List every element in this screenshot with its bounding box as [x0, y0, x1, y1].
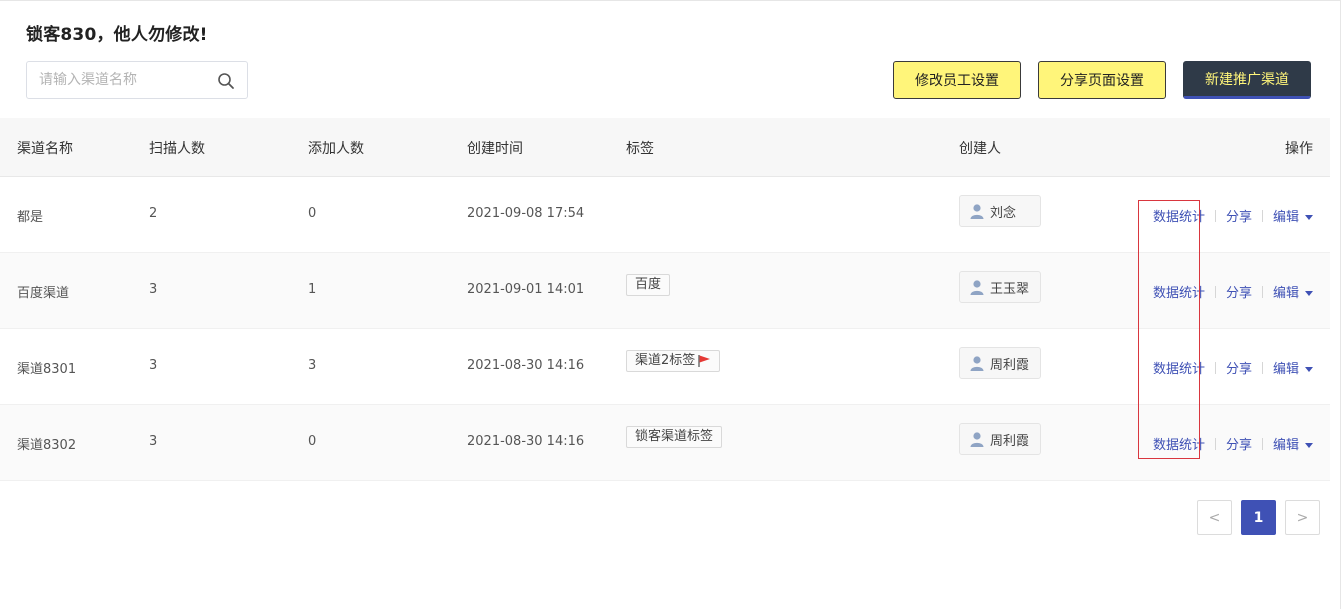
- edit-dropdown[interactable]: 编辑: [1273, 206, 1313, 225]
- scan-count: 3: [149, 358, 158, 373]
- channel-name: 渠道8302: [17, 438, 77, 453]
- divider: [1261, 361, 1263, 374]
- pagination-page-1[interactable]: 1: [1241, 500, 1276, 535]
- row-actions: 数据统计 分享 编辑: [1153, 434, 1313, 453]
- tag-chip: 锁客渠道标签: [626, 426, 723, 448]
- edit-label: 编辑: [1272, 210, 1299, 225]
- search-icon[interactable]: [217, 72, 235, 90]
- share-link[interactable]: 分享: [1226, 282, 1252, 301]
- add-count: 0: [308, 434, 317, 449]
- staff-settings-button[interactable]: 修改员工设置: [893, 61, 1021, 99]
- tag-chip: 渠道2标签: [626, 350, 721, 372]
- created-time: 2021-09-08 17:54: [467, 206, 585, 221]
- table-row: 都是 2 0 2021-09-08 17:54 刘念 数据统计 分享 编辑: [0, 177, 1330, 253]
- edit-dropdown[interactable]: 编辑: [1273, 358, 1313, 377]
- column-header-time: 创建时间: [467, 141, 523, 157]
- column-header-add: 添加人数: [308, 141, 364, 157]
- column-header-scan: 扫描人数: [149, 141, 205, 157]
- column-header-creator: 创建人: [959, 141, 1001, 157]
- caret-down-icon: [1305, 443, 1313, 448]
- add-count: 0: [308, 206, 317, 221]
- table-row: 渠道8302 3 0 2021-08-30 14:16 锁客渠道标签 周利霞 数…: [0, 405, 1330, 481]
- user-icon: [970, 279, 984, 295]
- pagination-prev-button[interactable]: <: [1197, 500, 1232, 535]
- channel-table: 渠道名称 扫描人数 添加人数 创建时间 标签 创建人 操作 都是 2 0 202…: [0, 118, 1330, 481]
- creator-chip: 周利霞: [959, 347, 1041, 379]
- share-page-settings-button[interactable]: 分享页面设置: [1038, 61, 1166, 99]
- tag-chip: 百度: [626, 274, 671, 296]
- created-time: 2021-08-30 14:16: [467, 434, 585, 449]
- created-time: 2021-08-30 14:16: [467, 358, 585, 373]
- search-input[interactable]: [27, 62, 219, 98]
- add-count: 3: [308, 358, 317, 373]
- column-header-name: 渠道名称: [17, 141, 73, 157]
- caret-down-icon: [1305, 367, 1313, 372]
- creator-chip: 刘念: [959, 195, 1041, 227]
- user-icon: [970, 431, 984, 447]
- stats-link[interactable]: 数据统计: [1153, 434, 1205, 453]
- new-channel-button[interactable]: 新建推广渠道: [1183, 61, 1311, 99]
- add-count: 1: [308, 282, 317, 297]
- divider: [1214, 209, 1216, 222]
- search-box[interactable]: [26, 61, 248, 99]
- creator-name: 周利霞: [990, 357, 1030, 373]
- edit-dropdown[interactable]: 编辑: [1273, 434, 1313, 453]
- table-header: 渠道名称 扫描人数 添加人数 创建时间 标签 创建人 操作: [0, 118, 1330, 177]
- column-header-ops: 操作: [1285, 141, 1313, 157]
- creator-name: 王玉翠: [990, 281, 1030, 297]
- tag-label: 渠道2标签: [635, 353, 696, 368]
- stats-link[interactable]: 数据统计: [1153, 206, 1205, 225]
- creator-name: 刘念: [990, 205, 1017, 221]
- edit-label: 编辑: [1272, 438, 1299, 453]
- scan-count: 3: [149, 282, 158, 297]
- user-icon: [970, 355, 984, 371]
- creator-name: 周利霞: [990, 433, 1030, 449]
- creator-chip: 王玉翠: [959, 271, 1041, 303]
- edit-label: 编辑: [1272, 362, 1299, 377]
- share-link[interactable]: 分享: [1226, 358, 1252, 377]
- divider: [1214, 437, 1216, 450]
- column-header-tag: 标签: [626, 141, 654, 157]
- creator-chip: 周利霞: [959, 423, 1041, 455]
- divider: [1214, 361, 1216, 374]
- user-icon: [970, 203, 984, 219]
- top-border: [0, 0, 1341, 1]
- divider: [1261, 437, 1263, 450]
- scan-count: 3: [149, 434, 158, 449]
- channel-name: 百度渠道: [17, 286, 70, 301]
- created-time: 2021-09-01 14:01: [467, 282, 585, 297]
- channel-name: 渠道8301: [17, 362, 77, 377]
- pagination-next-button[interactable]: >: [1285, 500, 1320, 535]
- divider: [1261, 285, 1263, 298]
- divider: [1214, 285, 1216, 298]
- divider: [1261, 209, 1263, 222]
- share-link[interactable]: 分享: [1226, 434, 1252, 453]
- table-row: 渠道8301 3 3 2021-08-30 14:16 渠道2标签 周利霞 数据…: [0, 329, 1330, 405]
- edit-label: 编辑: [1272, 286, 1299, 301]
- scan-count: 2: [149, 206, 158, 221]
- stats-link[interactable]: 数据统计: [1153, 358, 1205, 377]
- caret-down-icon: [1305, 291, 1313, 296]
- table-row: 百度渠道 3 1 2021-09-01 14:01 百度 王玉翠 数据统计 分享…: [0, 253, 1330, 329]
- share-link[interactable]: 分享: [1226, 206, 1252, 225]
- row-actions: 数据统计 分享 编辑: [1153, 206, 1313, 225]
- row-actions: 数据统计 分享 编辑: [1153, 282, 1313, 301]
- flag-icon: [698, 355, 711, 367]
- caret-down-icon: [1305, 215, 1313, 220]
- edit-dropdown[interactable]: 编辑: [1273, 282, 1313, 301]
- stats-link[interactable]: 数据统计: [1153, 282, 1205, 301]
- row-actions: 数据统计 分享 编辑: [1153, 358, 1313, 377]
- channel-name: 都是: [17, 210, 44, 225]
- page-title: 锁客830，他人勿修改!: [26, 25, 208, 45]
